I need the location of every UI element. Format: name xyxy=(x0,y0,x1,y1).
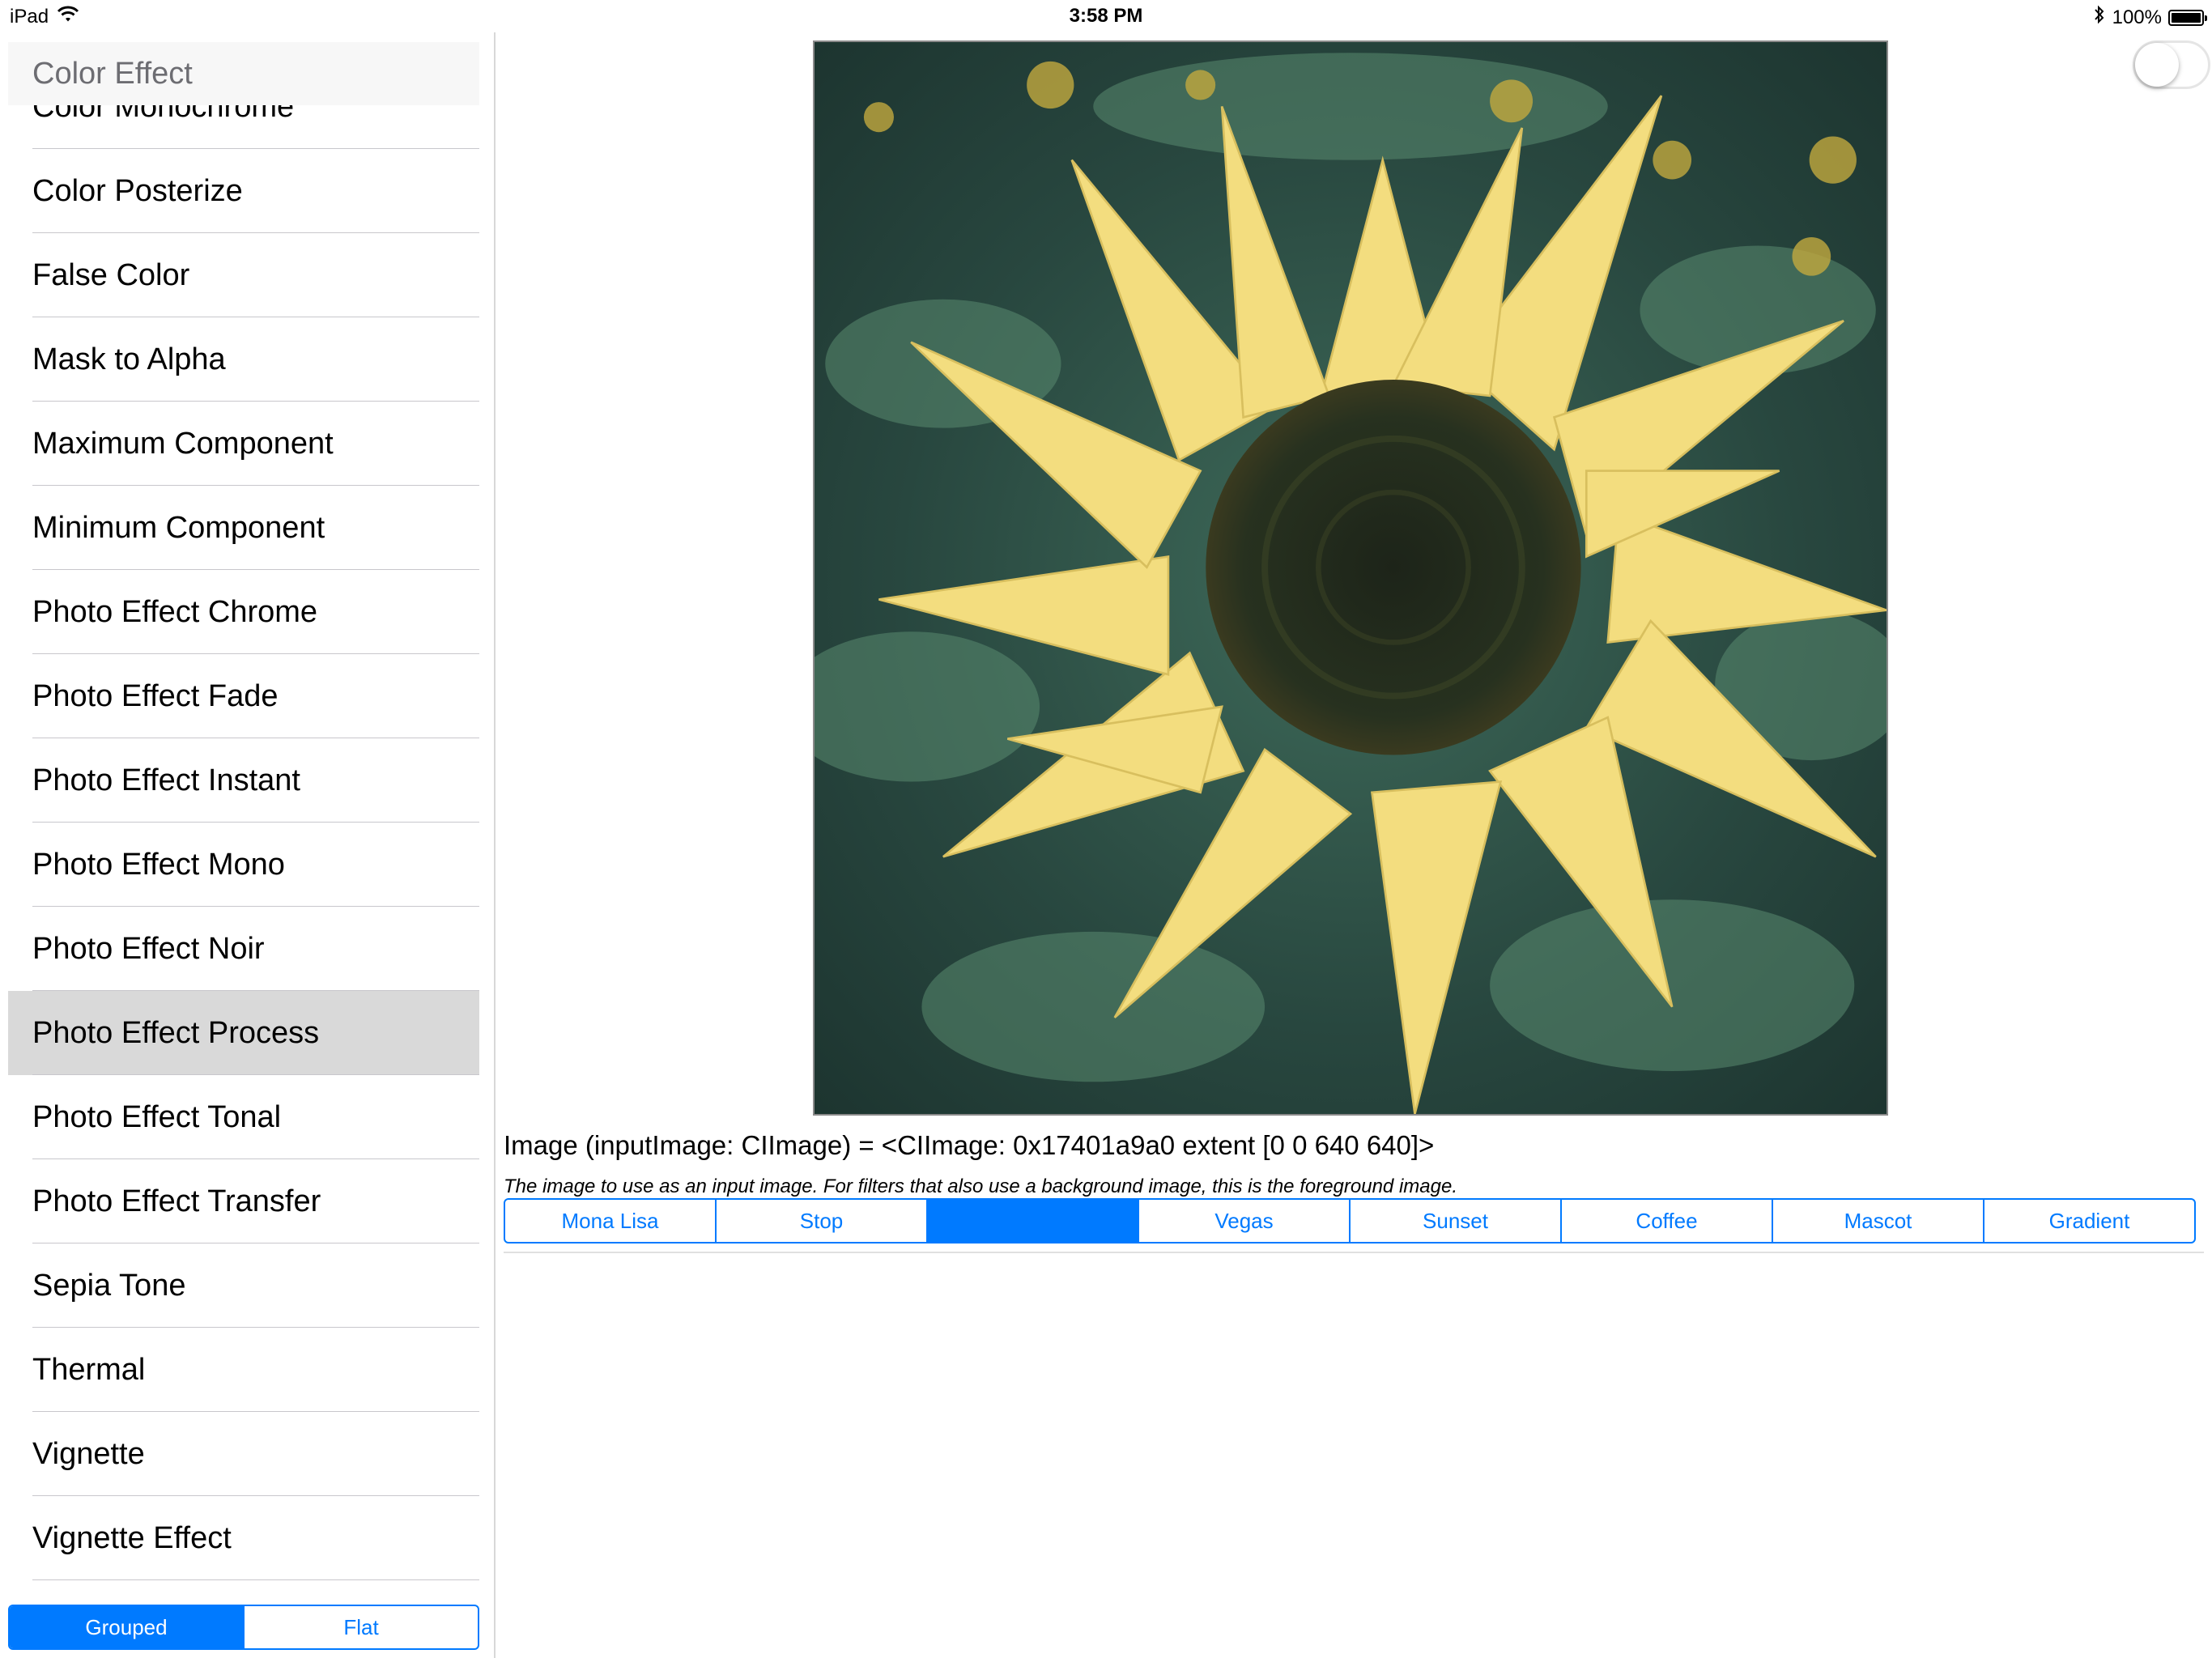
image-option-coffee[interactable]: Coffee xyxy=(1560,1200,1772,1242)
filter-item[interactable]: Photo Effect Process xyxy=(8,991,479,1075)
filter-item-label: Photo Effect Instant xyxy=(32,763,300,797)
segment-grouped[interactable]: Grouped xyxy=(10,1606,243,1648)
image-option-mona-lisa[interactable]: Mona Lisa xyxy=(505,1200,715,1242)
filter-item-label: Vignette xyxy=(32,1437,145,1471)
image-option-sunflower[interactable]: Sunflower xyxy=(926,1200,1138,1242)
filter-item[interactable]: Mask to Alpha xyxy=(8,317,479,402)
preview-image xyxy=(813,40,1888,1116)
filter-item[interactable]: Photo Effect Chrome xyxy=(8,570,479,654)
filter-item[interactable]: Photo Effect Noir xyxy=(8,907,479,991)
image-option-vegas[interactable]: Vegas xyxy=(1138,1200,1349,1242)
filter-item-label: Maximum Component xyxy=(32,427,334,461)
filter-item[interactable]: Vignette Effect xyxy=(8,1496,479,1580)
filter-list[interactable]: Color Monochrome Color Posterize False Col… xyxy=(8,65,479,1580)
filter-item[interactable]: Photo Effect Transfer xyxy=(8,1159,479,1244)
filter-item-label: Vignette Effect xyxy=(32,1521,232,1555)
filter-item-label: Photo Effect Chrome xyxy=(32,595,318,629)
filter-item[interactable]: Minimum Component xyxy=(8,486,479,570)
status-time: 3:58 PM xyxy=(1069,5,1143,27)
image-option-mascot[interactable]: Mascot xyxy=(1772,1200,1983,1242)
image-option-sunset[interactable]: Sunset xyxy=(1349,1200,1560,1242)
filter-item[interactable]: Photo Effect Mono xyxy=(8,823,479,907)
filter-item-label: Sepia Tone xyxy=(32,1269,186,1303)
filter-item-label: Color Posterize xyxy=(32,174,243,208)
filter-item[interactable]: False Color xyxy=(8,233,479,317)
bluetooth-icon xyxy=(2093,5,2106,30)
filter-item-label: Photo Effect Mono xyxy=(32,848,285,882)
filter-item-label: Mask to Alpha xyxy=(32,342,226,376)
filter-item[interactable]: Vignette xyxy=(8,1412,479,1496)
filter-item-label: Photo Effect Process xyxy=(32,1016,320,1050)
filter-item[interactable]: Maximum Component xyxy=(8,402,479,486)
filter-item[interactable]: Photo Effect Instant xyxy=(8,738,479,823)
filter-item[interactable]: Color Posterize xyxy=(8,149,479,233)
battery-percent: 100% xyxy=(2112,6,2162,28)
battery-fill xyxy=(2172,12,2201,23)
parameter-title: Image (inputImage: CIImage) = <CIImage: … xyxy=(504,1130,1435,1160)
image-segmented-control[interactable]: Mona Lisa Stop Sunflower Vegas Sunset Coffee M… xyxy=(504,1198,2196,1244)
filter-sidebar: Color Effect Color Monochrome Color Poste… xyxy=(0,32,496,1658)
image-option-stop[interactable]: Stop xyxy=(715,1200,926,1242)
filter-item-label: Photo Effect Noir xyxy=(32,932,265,966)
status-right: 100% xyxy=(2093,5,2207,30)
segment-flat[interactable]: Flat xyxy=(243,1606,478,1648)
parameter-description: The image to use as an input image. For … xyxy=(504,1175,1457,1197)
filter-item-label: Photo Effect Transfer xyxy=(32,1184,321,1218)
filter-item-label: Thermal xyxy=(32,1353,146,1387)
grouping-segmented-control[interactable]: Grouped Flat xyxy=(8,1605,479,1650)
filter-item-label: Photo Effect Fade xyxy=(32,679,279,713)
toggle-knob xyxy=(2135,43,2179,87)
filter-item-label: Photo Effect Tonal xyxy=(32,1100,282,1134)
image-option-gradient[interactable]: Gradient xyxy=(1983,1200,2194,1242)
filter-item-label: False Color xyxy=(32,258,190,292)
toggle-switch[interactable] xyxy=(2133,40,2210,89)
divider xyxy=(504,1252,2204,1253)
battery-icon xyxy=(2168,9,2207,26)
filter-item[interactable]: Thermal xyxy=(8,1328,479,1412)
filter-item[interactable]: Photo Effect Tonal xyxy=(8,1075,479,1159)
filter-item[interactable]: Photo Effect Fade xyxy=(8,654,479,738)
sunflower-photo xyxy=(815,42,1887,1114)
filter-item[interactable]: Sepia Tone xyxy=(8,1244,479,1328)
status-bar: iPad 3:58 PM 100% xyxy=(0,0,2212,32)
section-header: Color Effect xyxy=(8,42,479,105)
filter-item-label: Minimum Component xyxy=(32,511,325,545)
